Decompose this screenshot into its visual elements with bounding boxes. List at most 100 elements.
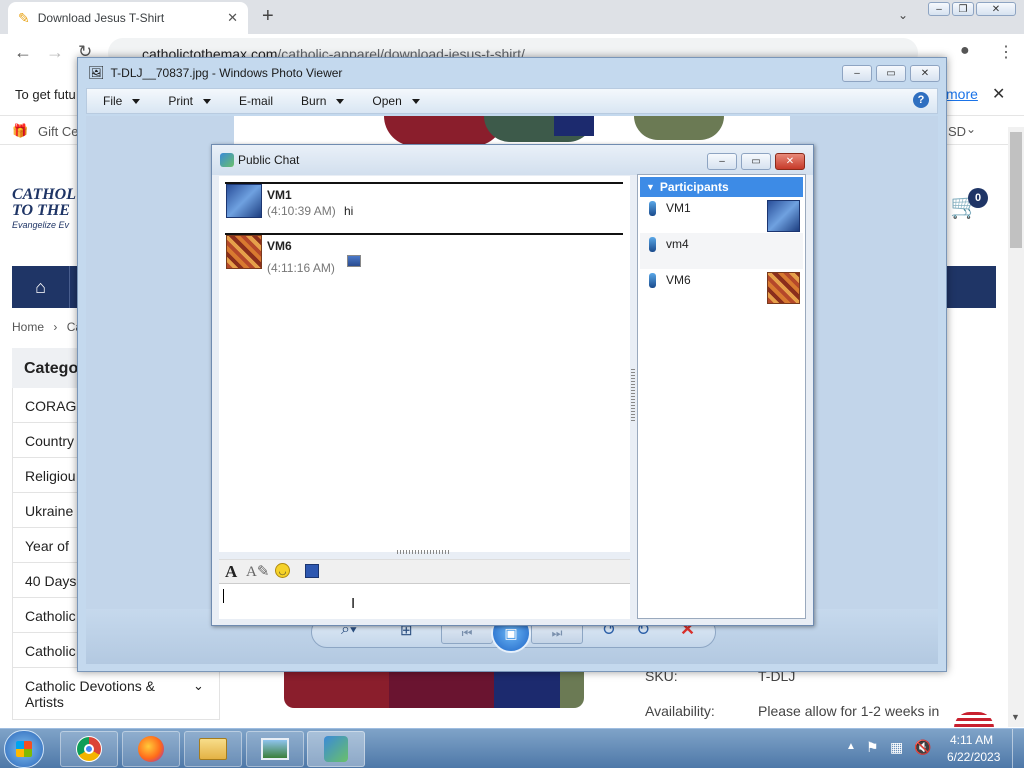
tray-flag-icon[interactable]: ⚑ [866,739,879,756]
chat-close-button[interactable]: ✕ [775,153,805,170]
home-nav-button[interactable]: ⌂ [12,266,70,308]
user-icon [649,201,656,216]
text-caret [223,589,224,603]
menu-dots-icon[interactable]: ⋮ [998,42,1014,62]
message-input[interactable] [219,583,630,619]
taskbar-explorer-button[interactable] [184,731,242,767]
site-favicon-icon: ✎ [18,9,30,26]
home-icon: ⌂ [35,276,46,297]
browser-close-button[interactable]: ✕ [976,2,1016,16]
page-scrollbar-thumb[interactable] [1010,132,1022,248]
tray-overflow-icon[interactable]: ▲ [846,741,856,752]
participant-row[interactable]: VM1 [640,197,803,233]
windows-logo-icon [16,741,32,757]
message-user: VM6 [267,239,292,253]
chat-app-taskbar-icon [324,736,348,762]
message-time: (4:10:39 AM) [267,204,336,218]
shirt-navy [554,116,594,136]
back-arrow-icon[interactable]: ← [14,42,32,63]
tray-volume-icon[interactable]: 🔇 [914,739,931,756]
menu-burn[interactable]: Burn [301,94,345,108]
participants-label: Participants [659,180,729,194]
menu-open-label: Open [372,94,402,108]
dropdown-arrow-icon [203,98,212,104]
info-bar-close-icon[interactable]: ✕ [992,84,1005,104]
menu-email-label: E-mail [239,94,274,108]
message-text: hi [344,204,354,218]
photo-viewer-app-icon: 🖼 [88,65,105,80]
font-icon[interactable]: A [225,562,237,582]
pane-splitter[interactable] [631,369,635,423]
photo-viewer-icon [261,738,289,760]
scroll-down-arrow-icon[interactable]: ▼ [1011,712,1020,722]
message-pane: VM1 (4:10:39 AM) hi VM6 (4:11:16 AM) [219,176,630,554]
photo-viewer-close-button[interactable]: ✕ [910,65,940,82]
photo-viewer-titlebar: 🖼 T-DLJ__70837.jpg - Windows Photo Viewe… [78,58,946,88]
chat-title: Public Chat [238,153,300,167]
gift-certificate-link[interactable]: Gift Ce [38,124,78,139]
message-item: VM6 (4:11:16 AM) [226,235,622,279]
participant-row[interactable]: VM6 [640,269,803,305]
message-pane-splitter[interactable] [397,550,451,554]
message-time: (4:11:16 AM) [267,261,335,275]
participants-header[interactable]: ▼ Participants [640,177,803,197]
menu-print[interactable]: Print [168,94,212,108]
photo-viewer-window-controls: – ▭ ✕ [842,65,940,82]
save-icon[interactable] [305,564,319,578]
dropdown-arrow-icon [336,98,345,104]
participant-name: vm4 [666,237,689,251]
clock-time[interactable]: 4:11 AM [950,733,993,747]
browser-tab[interactable]: ✎ Download Jesus T-Shirt ✕ [8,2,248,34]
cart-count-badge: 0 [968,188,988,208]
dropdown-arrow-icon [411,98,420,104]
tab-title: Download Jesus T-Shirt [37,11,165,25]
start-button[interactable] [4,730,44,768]
forward-arrow-icon[interactable]: → [46,42,64,63]
taskbar-chrome-button[interactable] [60,731,118,767]
site-logo[interactable]: CATHOL TO THE Evangelize Ev [12,186,80,238]
input-toolbar: A A✎ ◡ [219,559,630,583]
menu-open[interactable]: Open [372,94,420,108]
window-controls: – ❐ ✕ [928,2,1016,16]
logo-tagline: Evangelize Ev [12,220,70,230]
help-icon[interactable]: ? [913,92,929,108]
menu-burn-label: Burn [301,94,327,108]
participant-row[interactable]: vm4 [640,233,803,269]
dropdown-arrow-icon [132,98,141,104]
browser-minimize-button[interactable]: – [928,2,950,16]
profile-icon[interactable]: ● [960,42,970,60]
info-bar-link[interactable]: more [946,86,978,102]
category-item-devotions[interactable]: Catholic Devotions & Artists ⌄ [12,668,220,720]
folder-icon [199,738,227,760]
chat-minimize-button[interactable]: – [707,153,737,170]
category-label-line-2: Artists [25,694,64,710]
tray-network-icon[interactable]: ▦ [890,739,903,756]
shirt-olive [634,116,724,140]
font-color-icon[interactable]: A✎ [246,562,269,581]
photo-viewer-minimize-button[interactable]: – [842,65,872,82]
gift-icon: 🎁 [12,123,29,138]
expand-chevron-icon[interactable]: ⌄ [193,678,204,694]
chrome-icon [76,736,102,762]
taskbar: ▲ ⚑ ▦ 🔇 4:11 AM 6/22/2023 [0,728,1024,768]
menu-file[interactable]: File [103,94,141,108]
close-tab-icon[interactable]: ✕ [227,10,238,26]
browser-restore-button[interactable]: ❐ [952,2,974,16]
taskbar-chat-button[interactable] [307,731,365,767]
screen-share-icon[interactable] [347,255,361,267]
chat-window-controls: – ▭ ✕ [707,153,805,170]
menu-email[interactable]: E-mail [239,94,273,108]
menu-print-label: Print [168,94,194,108]
taskbar-firefox-button[interactable] [122,731,180,767]
mouse-text-cursor-icon: I [351,595,356,612]
breadcrumb-home[interactable]: Home [12,320,44,334]
currency-selector[interactable]: SD [948,124,966,139]
new-tab-icon[interactable]: + [262,5,274,28]
clock-date[interactable]: 6/22/2023 [947,750,1000,764]
chat-maximize-button[interactable]: ▭ [741,153,771,170]
taskbar-photo-viewer-button[interactable] [246,731,304,767]
tab-search-icon[interactable]: ⌄ [898,8,908,22]
show-desktop-button[interactable] [1012,729,1024,768]
emoticon-icon[interactable]: ◡ [275,563,290,578]
photo-viewer-maximize-button[interactable]: ▭ [876,65,906,82]
